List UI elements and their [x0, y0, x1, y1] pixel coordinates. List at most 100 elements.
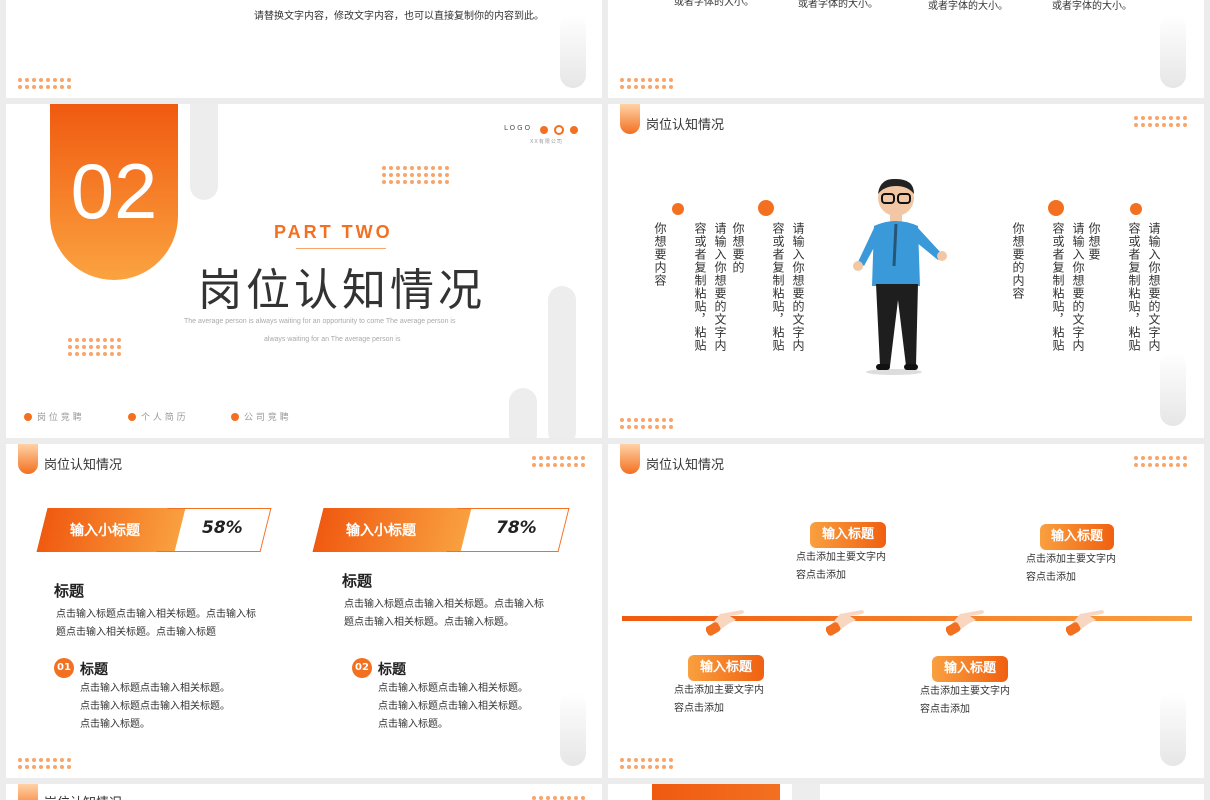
stat-bar-value: 58%: [202, 518, 243, 538]
col4-main: 请输入你想要的文字内容或者复制粘贴，粘贴: [1127, 222, 1161, 352]
bullet-dot-icon: [1130, 203, 1142, 215]
timeline-text-top-2a: 点击添加主要文字内: [1026, 554, 1116, 565]
logo-area: LOGO XX有限公司: [504, 124, 584, 154]
logo-text: LOGO: [504, 124, 533, 132]
timeline-label-bottom-2[interactable]: 输入标题: [932, 656, 1008, 682]
decor-pill: [560, 692, 586, 766]
cover-subtitle-1: The average person is always waiting for…: [184, 318, 456, 325]
slide-top-left-text: 请替换文字内容，修改文字内容，也可以直接复制你的内容到此。: [254, 11, 544, 22]
num-title-1: 标题: [80, 662, 108, 678]
nav-item-1[interactable]: 岗 位 竞 聘: [37, 410, 82, 423]
header-title: 岗位认知情况: [646, 458, 725, 473]
decor-pill: [1160, 692, 1186, 766]
num-title-2: 标题: [378, 662, 406, 678]
timeline-text-bottom-2b: 容点击添加: [920, 704, 970, 715]
block-text-1b: 题点击输入相关标题。点击输入标题: [56, 627, 216, 638]
decor-dots: [1134, 456, 1187, 467]
pointing-hand-icon: [1066, 610, 1104, 636]
header-title: 岗位认知情况: [44, 792, 122, 800]
header-title: 岗位认知情况: [646, 118, 725, 133]
cover-title: 岗位认知情况: [198, 265, 486, 316]
timeline-text-top-1a: 点击添加主要文字内: [796, 552, 886, 563]
cover-subtitle-2: always waiting for an The average person…: [264, 336, 401, 343]
company-text: XX有限公司: [530, 139, 563, 145]
slide-stats: 岗位认知情况 输入小标题 58% 输入小标题 78% 标题 点击输入标题点击输入…: [6, 444, 602, 778]
num-line-1b: 点击输入标题点击输入相关标题。: [80, 701, 230, 712]
number-badge: 02: [50, 104, 178, 280]
decor-dots: [1134, 116, 1187, 127]
logo-dot-icon: [570, 126, 578, 134]
stat-bar-2: 输入小标题 78%: [312, 508, 570, 552]
slide-cover: 02 LOGO XX有限公司 PART TWO 岗位认知情况 The avera…: [6, 104, 602, 438]
nav-item-3[interactable]: 公 司 竞 聘: [244, 410, 289, 423]
decor-dots: [620, 418, 673, 429]
col4-second: 你想要: [1087, 222, 1101, 261]
num-badge-1: 01: [54, 658, 74, 678]
decor-dots: [382, 166, 449, 184]
number-text: 02: [70, 147, 158, 235]
decor-dots: [620, 78, 673, 89]
stat-bar-label: 输入小标题: [70, 523, 140, 539]
decor-dots: [18, 758, 71, 769]
text-item-1: 或者字体的大小。: [674, 0, 754, 8]
nav-dot-icon: [24, 413, 32, 421]
num-line-2b: 点击输入标题点击输入相关标题。: [378, 701, 528, 712]
slide-bottom-left: 岗位认知情况: [6, 784, 602, 800]
num-line-1c: 点击输入标题。: [80, 719, 150, 730]
block-text-1a: 点击输入标题点击输入相关标题。点击输入标: [56, 609, 256, 620]
decor-pill: [560, 14, 586, 88]
timeline-text-top-1b: 容点击添加: [796, 570, 846, 581]
timeline-label-bottom-1[interactable]: 输入标题: [688, 655, 764, 681]
block-title-1: 标题: [54, 582, 85, 600]
decor-dots: [18, 78, 71, 89]
pointing-hand-icon: [946, 610, 984, 636]
slide-top-left: 请替换文字内容，修改文字内容，也可以直接复制你的内容到此。: [6, 0, 602, 98]
timeline-text-bottom-1b: 容点击添加: [674, 703, 724, 714]
decor-pill: [1160, 352, 1186, 426]
decor-pill: [792, 784, 820, 800]
header-tab-icon: [620, 444, 640, 474]
nav-item-2[interactable]: 个 人 简 历: [141, 410, 186, 423]
decor-pill: [1160, 14, 1186, 88]
col2-main: 请输入你想要的文字内容或者复制粘贴，粘贴: [771, 222, 805, 352]
stat-bar-value: 78%: [496, 518, 537, 538]
decor-dots: [620, 758, 673, 769]
block-text-2b: 题点击输入相关标题。点击输入标题。: [344, 617, 514, 628]
bullet-dot-icon: [758, 200, 774, 216]
header-tab-icon: [18, 444, 38, 474]
slide-timeline: 岗位认知情况 输入标题 点击添加主要文字内 容点击添加 输入标题 点击添加主要文…: [608, 444, 1204, 778]
logo-dot-icon: [540, 126, 548, 134]
col1-second: 你想要内容: [653, 222, 667, 287]
text-item-4: 或者字体的大小。: [1052, 1, 1132, 12]
num-badge-2: 02: [352, 658, 372, 678]
num-line-1a: 点击输入标题点击输入相关标题。: [80, 683, 230, 694]
num-line-2a: 点击输入标题点击输入相关标题。: [378, 683, 528, 694]
decor-pill: [190, 104, 218, 200]
header-tab-icon: [620, 104, 640, 134]
block-title-2: 标题: [342, 572, 373, 590]
part-underline: [296, 248, 386, 249]
bullet-dot-icon: [1048, 200, 1064, 216]
timeline-text-bottom-2a: 点击添加主要文字内: [920, 686, 1010, 697]
pointing-hand-icon: [826, 610, 864, 636]
num-line-2c: 点击输入标题。: [378, 719, 448, 730]
col3-second: 你想要的内容: [1011, 222, 1025, 300]
text-item-2: 或者字体的大小。: [798, 0, 878, 10]
col2-second: 你想要的: [731, 222, 745, 274]
cover-nav: 岗 位 竞 聘 个 人 简 历 公 司 竞 聘: [24, 410, 344, 424]
timeline-text-bottom-1a: 点击添加主要文字内: [674, 685, 764, 696]
nav-dot-icon: [231, 413, 239, 421]
timeline-label-top-1[interactable]: 输入标题: [810, 522, 886, 548]
slide-top-right: 或者字体的大小。 或者字体的大小。 或者字体的大小。 或者字体的大小。: [608, 0, 1204, 98]
col3-main: 请输入你想要的文字内容或者复制粘贴，粘贴: [1051, 222, 1085, 352]
slide-bottom-right: [608, 784, 1204, 800]
decor-dots: [532, 796, 585, 800]
part-label: PART TWO: [274, 222, 393, 242]
col1-main: 请输入你想要的文字内容或者复制粘贴，粘贴: [693, 222, 727, 352]
nav-dot-icon: [128, 413, 136, 421]
timeline-label-top-2[interactable]: 输入标题: [1040, 524, 1114, 550]
timeline-text-top-2b: 容点击添加: [1026, 572, 1076, 583]
header-tab-icon: [18, 784, 38, 800]
number-badge: [652, 784, 780, 800]
stat-bar-1: 输入小标题 58%: [36, 508, 272, 552]
